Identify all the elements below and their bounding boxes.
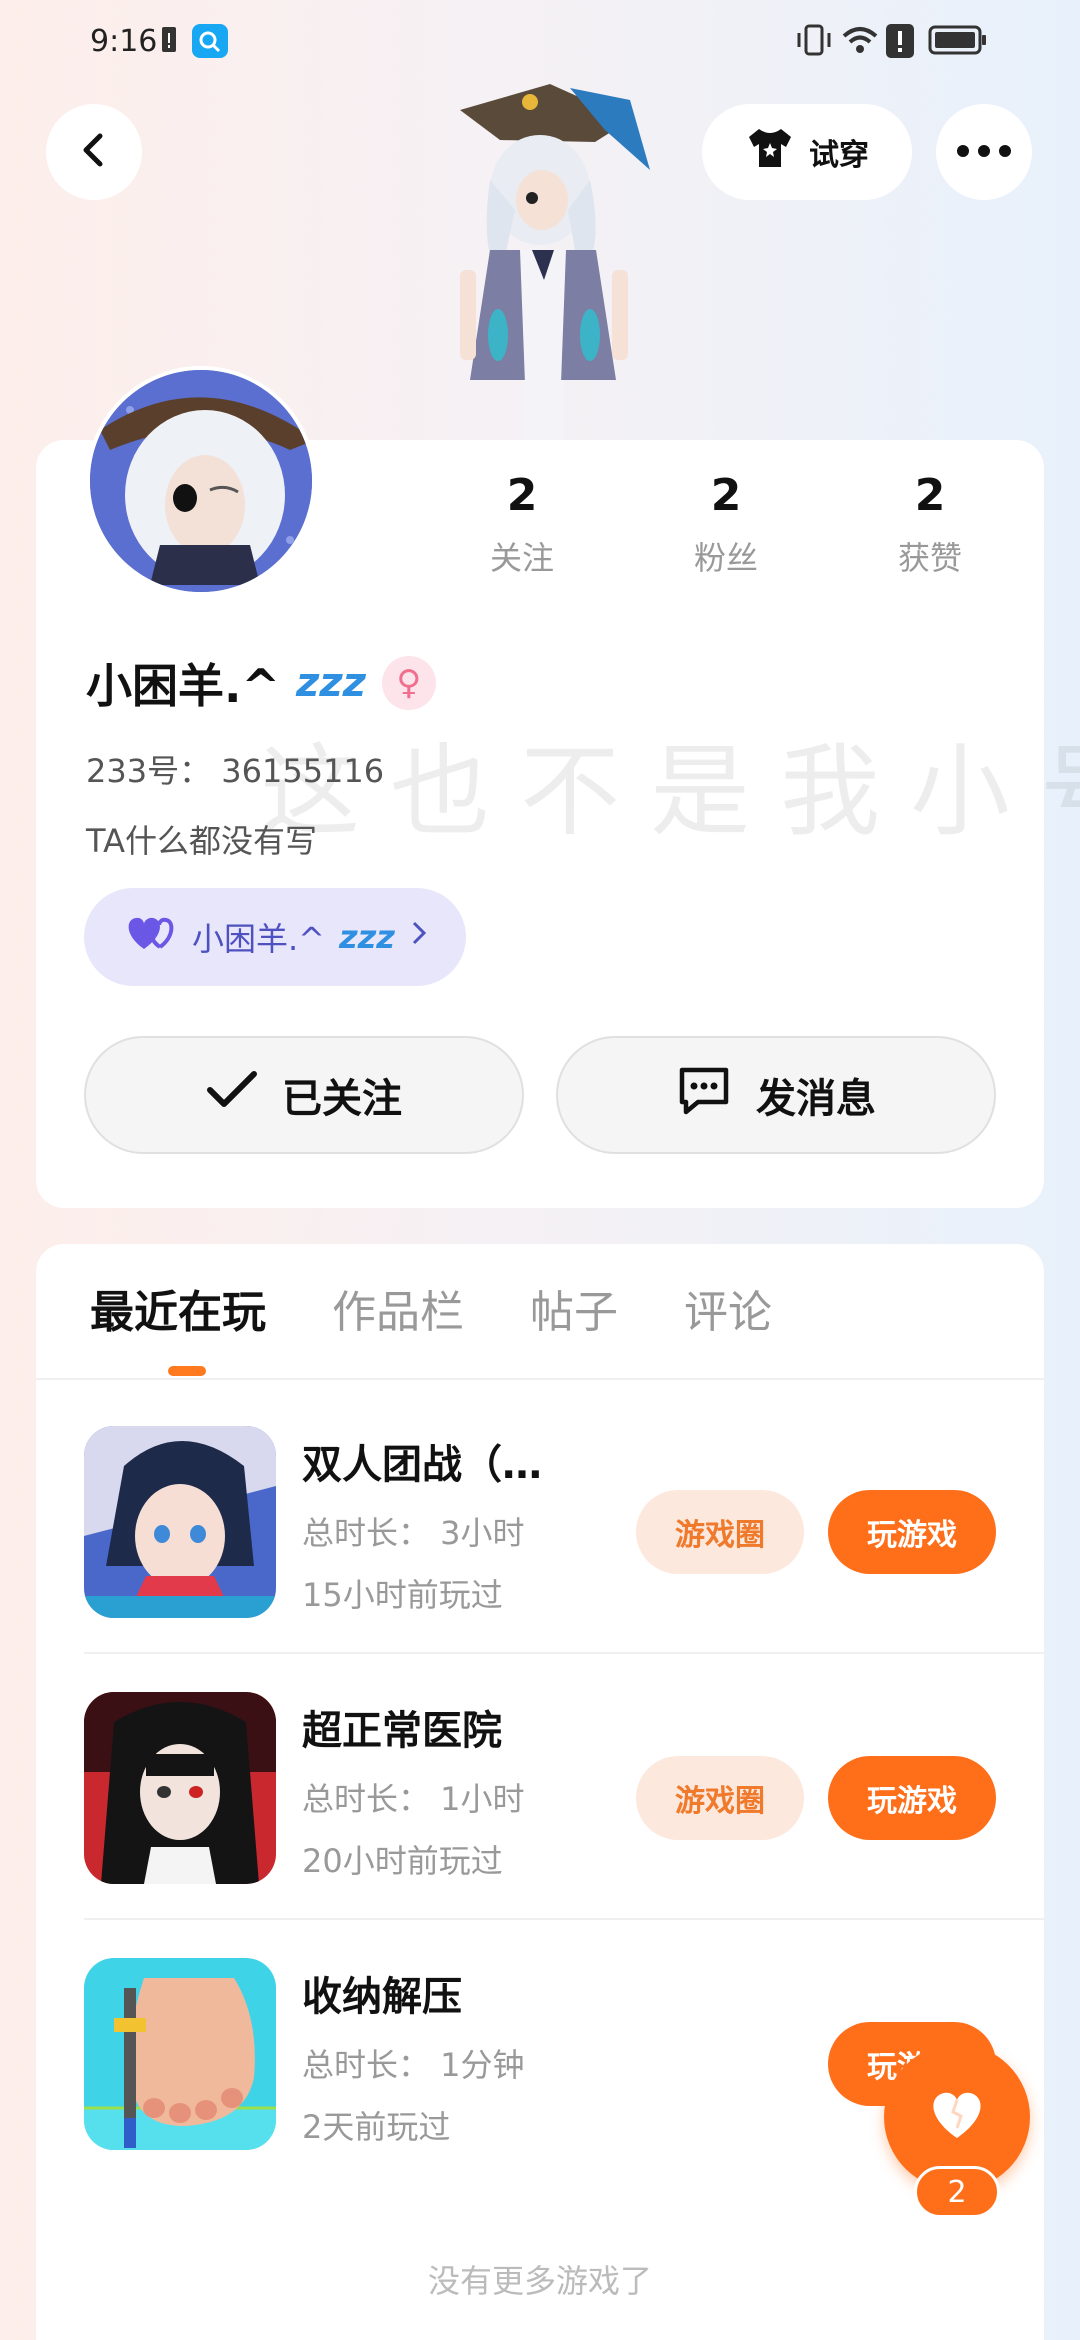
fans-count: 2	[710, 470, 742, 521]
checkmark-icon	[206, 1070, 258, 1120]
tshirt-icon	[745, 125, 795, 179]
game-row[interactable]: 超正常医院 总时长： 1小时 20小时前玩过 游戏圈 玩游戏	[84, 1646, 1044, 1914]
more-dots-icon	[954, 143, 1014, 162]
followed-button[interactable]: 已关注	[84, 1036, 524, 1154]
game-circle-button[interactable]: 游戏圈	[636, 1490, 804, 1574]
game-icon	[84, 1426, 276, 1618]
tab-works[interactable]: 作品栏	[332, 1276, 464, 1340]
game-duration: 总时长： 1分钟	[302, 2046, 525, 2084]
alert-icon	[886, 24, 914, 62]
heart-icon	[927, 2088, 987, 2146]
search-app-icon	[192, 24, 228, 62]
character-figure	[420, 80, 670, 440]
likes-count: 2	[914, 470, 946, 521]
game-icon	[84, 1958, 276, 2150]
send-message-button[interactable]: 发消息	[556, 1036, 996, 1154]
battery-alert-icon	[160, 24, 178, 58]
status-bar: 9:16	[0, 0, 1080, 86]
like-count-badge: 2	[914, 2166, 1000, 2218]
tab-indicator	[168, 1366, 206, 1376]
game-name: 超正常医院	[302, 1708, 502, 1754]
game-last-played: 20小时前玩过	[302, 1842, 503, 1880]
username-row: 小困羊.^ zzz ♀	[86, 650, 436, 716]
game-circle-button[interactable]: 游戏圈	[636, 1756, 804, 1840]
tab-posts[interactable]: 帖子	[530, 1276, 618, 1340]
chevron-right-icon	[409, 918, 429, 956]
cp-link-pill[interactable]: 小困羊.^ zzz	[84, 888, 466, 986]
more-button[interactable]	[936, 104, 1032, 200]
tab-comments[interactable]: 评论	[684, 1276, 772, 1340]
wifi-icon	[840, 24, 880, 60]
send-message-label: 发消息	[756, 1076, 876, 1122]
cp-name: 小困羊.^	[192, 920, 325, 958]
tab-recently-played[interactable]: 最近在玩	[90, 1276, 266, 1340]
game-row[interactable]: 双人团战（… 总时长： 3小时 15小时前玩过 游戏圈 玩游戏	[84, 1380, 1044, 1648]
game-duration: 总时长： 1小时	[302, 1780, 525, 1818]
following-count: 2	[506, 470, 538, 521]
following-label: 关注	[489, 539, 554, 577]
sleep-zzz: zzz	[296, 660, 366, 706]
back-button[interactable]	[46, 104, 142, 200]
stat-likes[interactable]: 2 获赞	[860, 470, 1000, 579]
stat-fans[interactable]: 2 粉丝	[656, 470, 796, 579]
bio: TA什么都没有写	[86, 822, 317, 860]
chevron-left-icon	[74, 130, 114, 174]
game-last-played: 15小时前玩过	[302, 1576, 503, 1614]
status-time: 9:16	[90, 24, 158, 59]
followed-label: 已关注	[282, 1076, 402, 1122]
cp-zzz: zzz	[339, 918, 395, 956]
no-more-games-text: 没有更多游戏了	[427, 2262, 652, 2300]
double-heart-icon	[124, 913, 178, 961]
vibrate-icon	[796, 24, 832, 60]
likes-label: 获赞	[897, 539, 962, 577]
play-game-button[interactable]: 玩游戏	[828, 1490, 996, 1574]
game-last-played: 2天前玩过	[302, 2108, 451, 2146]
avatar[interactable]	[86, 366, 316, 596]
username: 小困羊.^	[86, 659, 281, 713]
try-on-button[interactable]: 试穿	[702, 104, 912, 200]
game-name: 双人团战（…	[302, 1442, 542, 1488]
game-name: 收纳解压	[302, 1974, 462, 2020]
chat-bubble-icon	[676, 1064, 732, 1126]
fans-label: 粉丝	[693, 539, 758, 577]
game-icon	[84, 1692, 276, 1884]
battery-icon	[928, 24, 988, 60]
user-id: 233号： 36155116	[86, 752, 385, 790]
stat-following[interactable]: 2 关注	[452, 470, 592, 579]
female-icon: ♀	[381, 656, 436, 710]
game-duration: 总时长： 3小时	[302, 1514, 525, 1552]
play-game-button[interactable]: 玩游戏	[828, 1756, 996, 1840]
tab-bar: 最近在玩 作品栏 帖子 评论	[90, 1276, 772, 1340]
try-on-label: 试穿	[809, 138, 869, 173]
